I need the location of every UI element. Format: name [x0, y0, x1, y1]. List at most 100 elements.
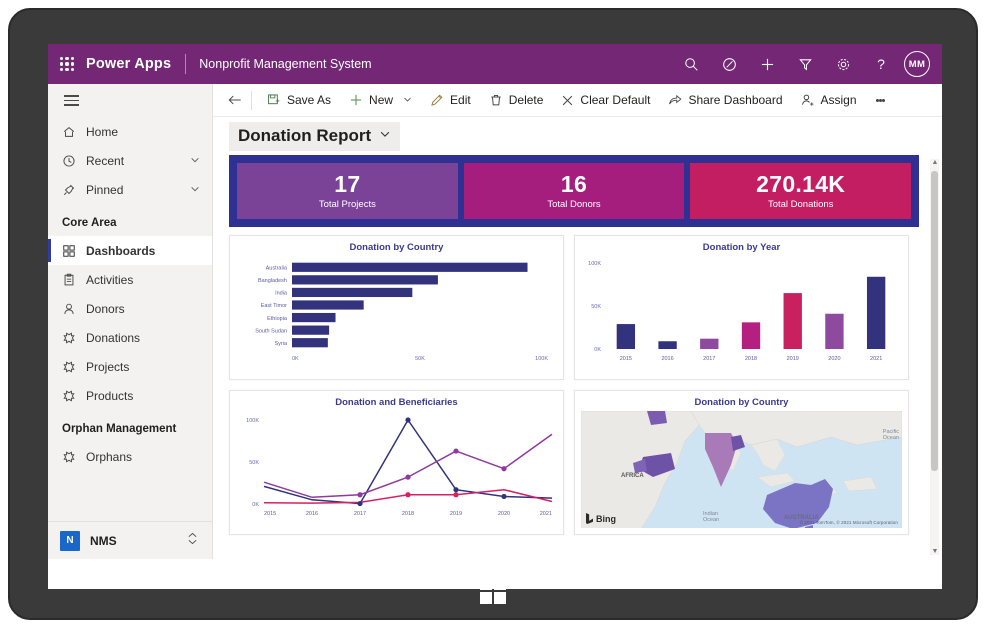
chevron-down-icon[interactable] — [190, 183, 200, 197]
sidebar-item-label: Orphans — [86, 450, 132, 464]
chevron-down-icon[interactable] — [190, 154, 200, 168]
delete-button[interactable]: Delete — [480, 84, 553, 117]
trash-icon — [489, 93, 503, 107]
svg-text:India: India — [275, 291, 288, 297]
svg-text:0K: 0K — [252, 502, 259, 508]
svg-text:2015: 2015 — [620, 356, 632, 362]
scroll-up-icon[interactable]: ▲ — [932, 159, 939, 166]
up-down-chevron-icon[interactable] — [187, 532, 198, 550]
svg-text:0K: 0K — [594, 347, 601, 353]
bing-label: Bing — [596, 514, 616, 524]
sidebar-group-title: Orphan Management — [48, 410, 212, 442]
scroll-thumb[interactable] — [931, 171, 938, 471]
share-dashboard-button[interactable]: Share Dashboard — [659, 84, 791, 117]
sidebar-item-donations[interactable]: Donations — [48, 323, 212, 352]
sidebar-item-pinned[interactable]: Pinned — [48, 175, 212, 204]
app-header: Power Apps Nonprofit Management System — [48, 44, 942, 84]
sidebar-item-home[interactable]: Home — [48, 117, 212, 146]
assign-button[interactable]: Assign — [792, 84, 866, 117]
sidebar-item-label: Dashboards — [86, 244, 155, 258]
command-label: Clear Default — [580, 93, 650, 107]
bing-logo[interactable]: Bing — [586, 513, 616, 524]
filter-icon[interactable] — [786, 44, 824, 84]
kpi-value: 270.14K — [756, 172, 845, 196]
sidebar-item-label: Pinned — [86, 183, 123, 197]
kebab-menu-icon[interactable] — [866, 97, 895, 103]
kpi-value: 16 — [561, 172, 587, 196]
scroll-down-icon[interactable]: ▼ — [932, 548, 939, 555]
help-icon[interactable]: ? — [862, 44, 900, 84]
search-icon[interactable] — [672, 44, 710, 84]
new-button[interactable]: New — [340, 84, 421, 117]
map-label-indian-ocean: IndianOcean — [703, 511, 719, 524]
sidebar-item-products[interactable]: Products — [48, 381, 212, 410]
sidebar-item-projects[interactable]: Projects — [48, 352, 212, 381]
hamburger-icon[interactable] — [48, 84, 212, 117]
command-bar: Save As New — [213, 84, 942, 117]
sidebar-item-label: Donors — [86, 302, 125, 316]
windows-logo-icon[interactable] — [480, 578, 506, 604]
bing-mark-icon — [586, 513, 593, 524]
bing-map[interactable]: AFRICA IndianOcean AUSTRALIA PacificOcea… — [581, 411, 902, 528]
visual-tiles: Donation by Country AustraliaBangladeshI… — [229, 235, 919, 535]
relevance-search-icon[interactable] — [710, 44, 748, 84]
sidebar-item-dashboards[interactable]: Dashboards — [48, 236, 212, 265]
svg-text:Syria: Syria — [274, 341, 287, 347]
save-as-button[interactable]: Save As — [258, 84, 340, 117]
sidebar-item-recent[interactable]: Recent — [48, 146, 212, 175]
kpi-card-total-projects[interactable]: 17 Total Projects — [237, 163, 458, 219]
svg-text:Ethiopia: Ethiopia — [267, 316, 288, 322]
sidebar-item-orphans[interactable]: Orphans — [48, 442, 212, 471]
svg-text:2017: 2017 — [703, 356, 715, 362]
svg-text:2021: 2021 — [540, 511, 552, 517]
svg-text:2019: 2019 — [787, 356, 799, 362]
svg-text:South Sudan: South Sudan — [255, 328, 287, 334]
kpi-label: Total Donations — [768, 199, 833, 210]
avatar[interactable]: MM — [904, 51, 930, 77]
sidebar-item-activities[interactable]: Activities — [48, 265, 212, 294]
quick-create-icon[interactable] — [748, 44, 786, 84]
svg-text:2019: 2019 — [450, 511, 462, 517]
svg-text:Bangladesh: Bangladesh — [258, 278, 287, 284]
kpi-card-total-donors[interactable]: 16 Total Donors — [464, 163, 685, 219]
chevron-down-icon[interactable] — [379, 128, 391, 143]
entity-icon — [62, 389, 86, 403]
svg-text:2020: 2020 — [828, 356, 840, 362]
person-icon — [62, 302, 86, 316]
command-label: Edit — [450, 93, 471, 107]
chevron-down-icon[interactable] — [403, 93, 412, 107]
tile-donation-and-beneficiaries[interactable]: Donation and Beneficiaries 0K50K100K2015… — [229, 390, 564, 535]
waffle-grid-icon[interactable] — [48, 57, 86, 71]
sidebar-spacer — [48, 471, 212, 521]
sidebar-item-donors[interactable]: Donors — [48, 294, 212, 323]
tile-donation-by-country-bar[interactable]: Donation by Country AustraliaBangladeshI… — [229, 235, 564, 380]
pencil-icon — [430, 93, 444, 107]
tile-donation-by-year[interactable]: Donation by Year 0K50K100K20152016201720… — [574, 235, 909, 380]
dashboard-selector[interactable]: Donation Report — [229, 122, 400, 151]
tile-donation-by-country-map[interactable]: Donation by Country — [574, 390, 909, 535]
sidebar-item-label: Donations — [86, 331, 140, 345]
command-label: Assign — [821, 93, 857, 107]
brand-label[interactable]: Power Apps — [86, 56, 171, 72]
sidebar-item-label: Products — [86, 389, 133, 403]
assign-person-icon — [801, 93, 815, 107]
main-content: Save As New — [213, 84, 942, 559]
gear-icon[interactable] — [824, 44, 862, 84]
environment-badge: N — [60, 531, 80, 551]
edit-button[interactable]: Edit — [421, 84, 480, 117]
environment-switcher[interactable]: N NMS — [48, 521, 212, 559]
command-divider — [251, 91, 252, 110]
save-as-icon — [267, 93, 281, 107]
chart-title: Donation by Country — [230, 236, 563, 253]
svg-text:2016: 2016 — [661, 356, 673, 362]
kpi-card-total-donations[interactable]: 270.14K Total Donations — [690, 163, 911, 219]
back-arrow-icon[interactable] — [221, 94, 249, 106]
map-label-africa: AFRICA — [621, 473, 644, 479]
clear-default-button[interactable]: Clear Default — [552, 84, 659, 117]
sidebar: Home Recent Pinned — [48, 84, 213, 559]
entity-icon — [62, 331, 86, 345]
close-x-icon — [561, 94, 574, 107]
svg-text:100K: 100K — [588, 261, 601, 267]
canvas-scrollbar[interactable]: ▲ ▼ — [930, 159, 939, 555]
svg-text:2016: 2016 — [306, 511, 318, 517]
